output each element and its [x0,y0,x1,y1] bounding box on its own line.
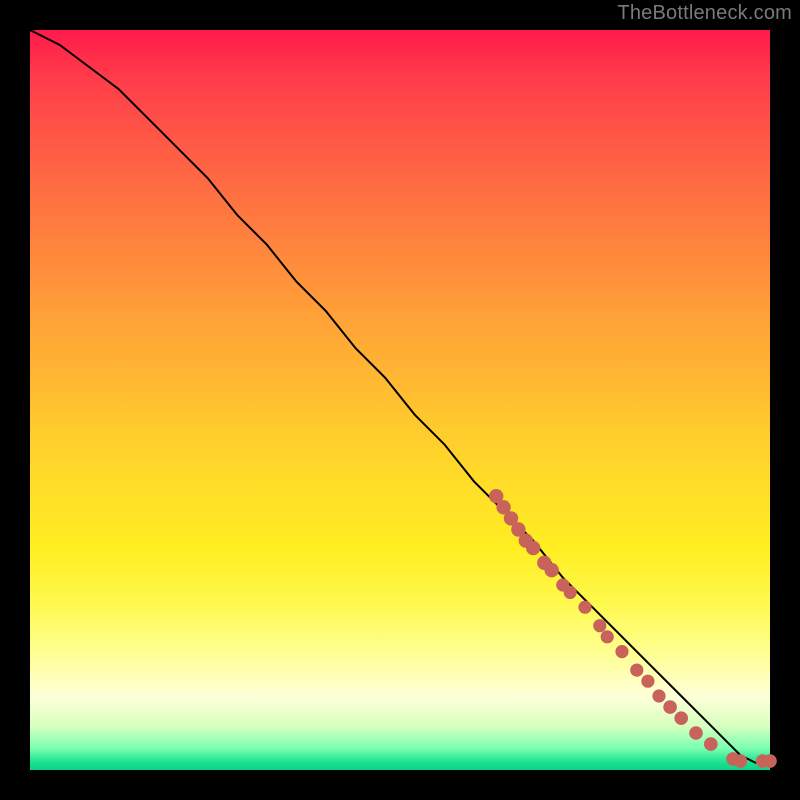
bottleneck-curve [30,30,770,763]
highlighted-point [615,645,628,658]
highlighted-point [704,737,718,751]
highlighted-point [652,689,665,702]
highlighted-point [601,630,614,643]
highlighted-point [689,726,703,740]
highlighted-point [663,700,677,714]
attribution-label: TheBottleneck.com [617,2,792,25]
highlighted-point [578,601,591,614]
highlighted-point [763,754,777,768]
highlighted-point [641,675,654,688]
chart-svg [30,30,770,770]
highlighted-point [545,563,559,577]
chart-frame: TheBottleneck.com [0,0,800,800]
highlighted-markers [489,489,777,768]
plot-area [30,30,770,770]
highlighted-point [734,754,748,768]
highlighted-point [674,711,688,725]
highlighted-point [526,541,540,555]
highlighted-point [593,619,606,632]
highlighted-point [564,586,577,599]
highlighted-point [630,664,643,677]
